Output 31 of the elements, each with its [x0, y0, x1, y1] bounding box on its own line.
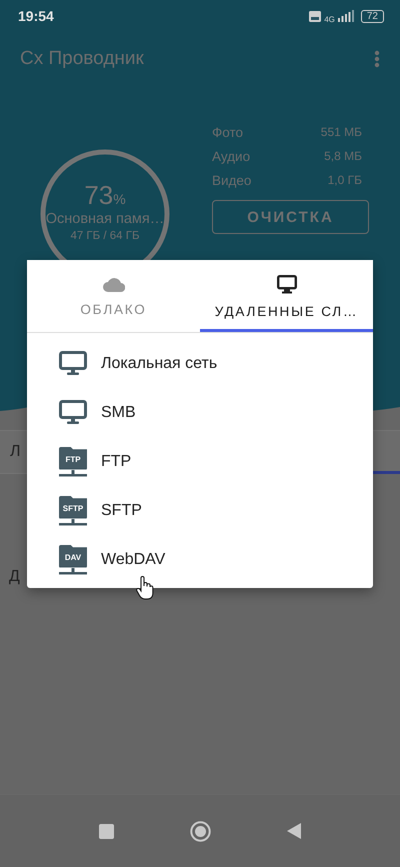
- category-size: 1,0 ГБ: [328, 173, 362, 187]
- list-item[interactable]: SMB: [27, 388, 373, 437]
- list-item[interactable]: DAV WebDAV: [27, 535, 373, 584]
- recents-icon[interactable]: [99, 824, 114, 838]
- network-type: 4G: [324, 14, 335, 24]
- more-icon[interactable]: [374, 50, 380, 68]
- list-item[interactable]: SFTP SFTP: [27, 486, 373, 535]
- list-item[interactable]: FTP FTP: [27, 437, 373, 486]
- category-size: 551 МБ: [320, 125, 362, 139]
- battery-level: 72: [360, 10, 384, 22]
- category-label: Аудио: [212, 148, 250, 164]
- home-icon[interactable]: [190, 820, 211, 842]
- cloud-icon: [102, 277, 124, 292]
- storage-percent: 73%: [84, 180, 126, 211]
- monitor-icon: [276, 275, 296, 294]
- monitor-icon: [59, 351, 87, 376]
- text-fragment: Д: [9, 568, 20, 586]
- list-item[interactable]: Локальная сеть: [27, 339, 373, 388]
- category-label: Фото: [212, 124, 244, 140]
- text-fragment: Л: [10, 443, 20, 461]
- tab[interactable]: УДАЛЕННЫЕ СЛ…: [200, 260, 373, 332]
- storage-usage: 47 ГБ / 64 ГБ: [70, 230, 140, 242]
- storage-name: Основная памя…: [46, 211, 164, 227]
- volte-icon: [309, 10, 322, 22]
- category-label: Видео: [212, 172, 252, 188]
- status-time: 19:54: [18, 8, 54, 24]
- signal-icon: [338, 10, 354, 22]
- app-title: Cx Проводник: [20, 48, 144, 70]
- back-icon[interactable]: [287, 823, 301, 839]
- category-size: 5,8 МБ: [324, 149, 362, 163]
- monitor-icon: [59, 400, 87, 425]
